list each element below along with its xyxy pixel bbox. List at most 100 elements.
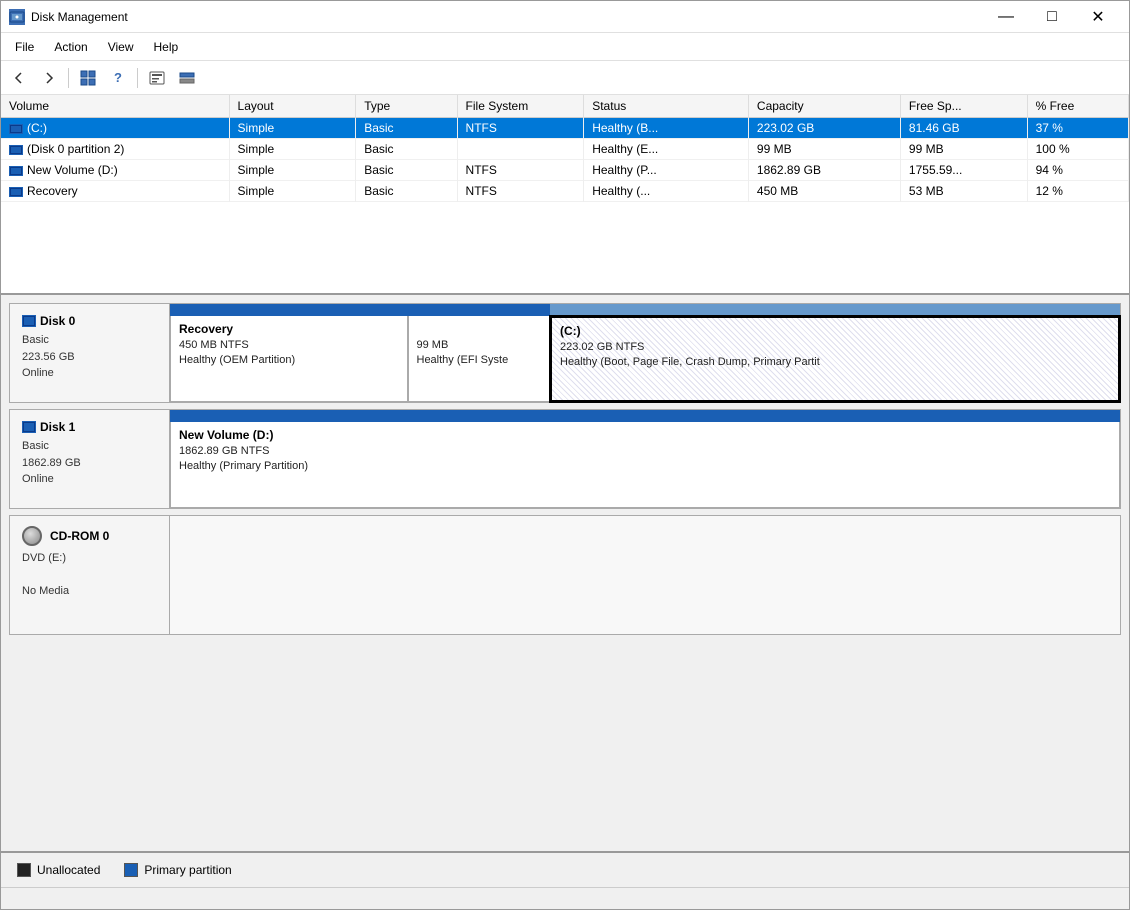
cell-layout: Simple [229,181,356,202]
legend-primary-label: Primary partition [144,863,231,877]
app-icon [9,9,25,25]
cell-fs [457,139,584,160]
menu-action[interactable]: Action [44,36,97,58]
toolbar-separator-2 [137,68,138,88]
window-title: Disk Management [31,10,983,24]
col-filesystem[interactable]: File System [457,95,584,118]
disk-0-info: Basic 223.56 GB Online [22,332,157,382]
cell-pct: 12 % [1027,181,1128,202]
cell-type: Basic [356,139,457,160]
disk-1-bar [170,410,1120,422]
menu-view[interactable]: View [98,36,144,58]
close-button[interactable]: ✕ [1075,1,1121,33]
back-button[interactable] [5,65,33,91]
window-controls: — □ ✕ [983,1,1121,33]
cdrom-0-label: CD-ROM 0 DVD (E:) No Media [10,516,170,634]
col-status[interactable]: Status [584,95,749,118]
volume-icon [9,187,23,197]
menu-file[interactable]: File [5,36,44,58]
properties-button[interactable] [143,65,171,91]
disk-icon [22,421,36,433]
main-content: Volume Layout Type File System Status Ca… [1,95,1129,909]
main-window: Disk Management — □ ✕ File Action View H… [0,0,1130,910]
table-row[interactable]: (C:) Simple Basic NTFS Healthy (B... 223… [1,118,1129,139]
cdrom-0-title: CD-ROM 0 [22,526,157,546]
cell-type: Basic [356,160,457,181]
cdrom-0-content [170,516,1120,634]
maximize-button[interactable]: □ [1029,1,1075,33]
bar-segment-efi [408,304,551,316]
volume-list-button[interactable] [74,65,102,91]
col-capacity[interactable]: Capacity [748,95,900,118]
legend-unallocated-label: Unallocated [37,863,100,877]
bar-segment-d [170,410,1120,422]
partition-c[interactable]: (C:) 223.02 GB NTFS Healthy (Boot, Page … [550,316,1120,402]
cdrom-0-info: DVD (E:) No Media [22,550,157,600]
cell-status: Healthy (B... [584,118,749,139]
partition-recovery[interactable]: Recovery 450 MB NTFS Healthy (OEM Partit… [170,316,408,402]
cell-volume: New Volume (D:) [1,160,229,181]
cell-free: 53 MB [900,181,1027,202]
legend: Unallocated Primary partition [1,851,1129,887]
cell-status: Healthy (E... [584,139,749,160]
cell-pct: 100 % [1027,139,1128,160]
volume-icon [9,124,23,134]
col-layout[interactable]: Layout [229,95,356,118]
cell-layout: Simple [229,139,356,160]
disk-1-partition-blocks: New Volume (D:) 1862.89 GB NTFS Healthy … [170,422,1120,508]
cell-capacity: 450 MB [748,181,900,202]
table-row[interactable]: (Disk 0 partition 2) Simple Basic Health… [1,139,1129,160]
toolbar-separator-1 [68,68,69,88]
forward-button[interactable] [35,65,63,91]
partition-d[interactable]: New Volume (D:) 1862.89 GB NTFS Healthy … [170,422,1120,508]
col-volume[interactable]: Volume [1,95,229,118]
bar-segment-recovery [170,304,408,316]
cdrom-0-row: CD-ROM 0 DVD (E:) No Media [9,515,1121,635]
legend-primary-box [124,863,138,877]
table-row[interactable]: New Volume (D:) Simple Basic NTFS Health… [1,160,1129,181]
cdrom-icon [22,526,42,546]
col-pct-free[interactable]: % Free [1027,95,1128,118]
status-bar [1,887,1129,909]
disk-1-label: Disk 1 Basic 1862.89 GB Online [10,410,170,508]
volume-icon [9,166,23,176]
minimize-button[interactable]: — [983,1,1029,33]
disk-1-row: Disk 1 Basic 1862.89 GB Online New Volum [9,409,1121,509]
help-button[interactable]: ? [104,65,132,91]
cell-capacity: 99 MB [748,139,900,160]
cell-volume: (Disk 0 partition 2) [1,139,229,160]
volume-table-wrapper: Volume Layout Type File System Status Ca… [1,95,1129,295]
bar-segment-c [550,304,1120,316]
cell-pct: 37 % [1027,118,1128,139]
cell-free: 99 MB [900,139,1027,160]
col-type[interactable]: Type [356,95,457,118]
disk-0-bar [170,304,1120,316]
table-row[interactable]: Recovery Simple Basic NTFS Healthy (... … [1,181,1129,202]
cell-type: Basic [356,118,457,139]
menu-bar: File Action View Help [1,33,1129,61]
disk-layout-area: Disk 0 Basic 223.56 GB Online [1,295,1129,851]
col-free[interactable]: Free Sp... [900,95,1027,118]
disk-1-partitions: New Volume (D:) 1862.89 GB NTFS Healthy … [170,410,1120,508]
disk-icon [22,315,36,327]
cell-volume: (C:) [1,118,229,139]
disk-1-info: Basic 1862.89 GB Online [22,438,157,488]
cell-type: Basic [356,181,457,202]
cell-capacity: 1862.89 GB [748,160,900,181]
disk-view-button[interactable] [173,65,201,91]
cell-free: 81.46 GB [900,118,1027,139]
cell-layout: Simple [229,118,356,139]
cell-pct: 94 % [1027,160,1128,181]
disk-0-partitions: Recovery 450 MB NTFS Healthy (OEM Partit… [170,304,1120,402]
cell-free: 1755.59... [900,160,1027,181]
disk-0-title: Disk 0 [22,314,157,328]
volume-icon [9,145,23,155]
disk-0-partition-blocks: Recovery 450 MB NTFS Healthy (OEM Partit… [170,316,1120,402]
toolbar: ? [1,61,1129,95]
legend-unallocated-box [17,863,31,877]
menu-help[interactable]: Help [144,36,189,58]
partition-efi[interactable]: 99 MB Healthy (EFI Syste [408,316,551,402]
disk-0-label: Disk 0 Basic 223.56 GB Online [10,304,170,402]
cell-fs: NTFS [457,118,584,139]
disk-0-row: Disk 0 Basic 223.56 GB Online [9,303,1121,403]
